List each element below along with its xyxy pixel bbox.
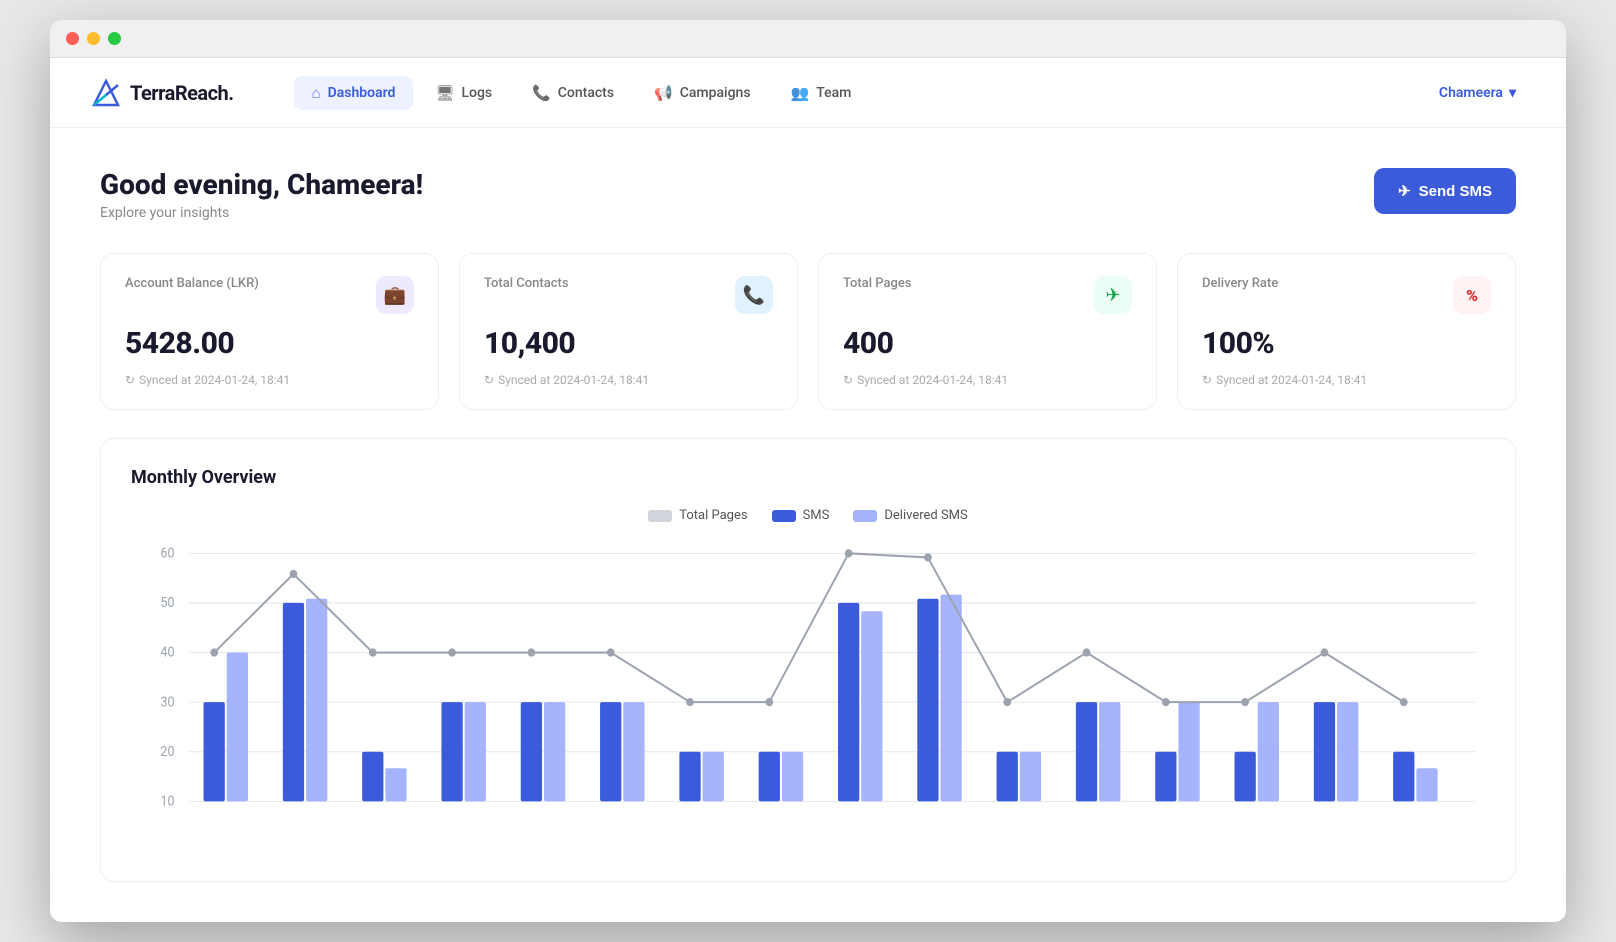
svg-text:30: 30: [160, 695, 174, 710]
stat-card-header-4: Delivery Rate %: [1202, 276, 1491, 314]
titlebar: [50, 20, 1566, 58]
nav-label-team: Team: [816, 85, 851, 101]
stat-sync-1: ↻ Synced at 2024-01-24, 18:41: [125, 373, 414, 387]
home-icon: ⌂: [312, 84, 321, 102]
nav-links: ⌂ Dashboard 🖥 Logs 📞 Contacts 📢 Campaign…: [294, 76, 1429, 110]
legend-label-sms: SMS: [803, 508, 830, 523]
sync-icon-3: ↻: [843, 373, 853, 387]
stat-card-header-2: Total Contacts 📞: [484, 276, 773, 314]
stat-card-account-balance: Account Balance (LKR) 💼 5428.00 ↻ Synced…: [100, 253, 439, 410]
chart-container: 60 50 40 30 20 10: [131, 543, 1485, 853]
send-sms-button[interactable]: ✈ Send SMS: [1374, 168, 1516, 214]
legend-dot-purple: [853, 510, 877, 522]
nav-label-campaigns: Campaigns: [680, 85, 751, 101]
stat-sync-text-4: Synced at 2024-01-24, 18:41: [1216, 373, 1367, 387]
greeting-heading: Good evening, Chameera!: [100, 168, 423, 201]
stat-label-1: Account Balance (LKR): [125, 276, 259, 291]
chart-title: Monthly Overview: [131, 467, 1485, 488]
legend-delivered-sms: Delivered SMS: [853, 508, 967, 523]
page-header: Good evening, Chameera! Explore your ins…: [100, 168, 1516, 221]
stat-icon-wallet: 💼: [376, 276, 414, 314]
stat-card-header-1: Account Balance (LKR) 💼: [125, 276, 414, 314]
stat-card-header-3: Total Pages ✈: [843, 276, 1132, 314]
user-name: Chameera: [1439, 85, 1503, 101]
close-button[interactable]: [66, 32, 79, 45]
svg-text:40: 40: [160, 645, 174, 660]
monitor-icon: 🖥: [435, 84, 454, 102]
svg-text:60: 60: [160, 546, 174, 561]
svg-text:10: 10: [160, 794, 174, 809]
minimize-button[interactable]: [87, 32, 100, 45]
logo-text: TerraReach.: [130, 81, 234, 105]
sync-icon-4: ↻: [1202, 373, 1212, 387]
legend-sms: SMS: [772, 508, 830, 523]
nav-item-team[interactable]: 👥 Team: [773, 76, 870, 110]
stat-value-1: 5428.00: [125, 326, 414, 361]
nav-item-logs[interactable]: 🖥 Logs: [417, 76, 510, 110]
nav-right: Chameera ▾: [1429, 79, 1526, 107]
stat-label-2: Total Contacts: [484, 276, 569, 291]
nav-label-dashboard: Dashboard: [328, 85, 396, 101]
greeting-subtext: Explore your insights: [100, 205, 423, 221]
chevron-down-icon: ▾: [1509, 85, 1516, 101]
stat-icon-percent: %: [1453, 276, 1491, 314]
content-area: TerraReach. ⌂ Dashboard 🖥 Logs 📞 Contact…: [50, 58, 1566, 922]
svg-text:50: 50: [160, 596, 174, 611]
greeting: Good evening, Chameera! Explore your ins…: [100, 168, 423, 221]
stat-card-total-contacts: Total Contacts 📞 10,400 ↻ Synced at 2024…: [459, 253, 798, 410]
stat-sync-4: ↻ Synced at 2024-01-24, 18:41: [1202, 373, 1491, 387]
user-menu-button[interactable]: Chameera ▾: [1429, 79, 1526, 107]
sync-icon-2: ↻: [484, 373, 494, 387]
nav-label-logs: Logs: [461, 85, 492, 101]
stat-sync-text-3: Synced at 2024-01-24, 18:41: [857, 373, 1008, 387]
send-icon: ✈: [1398, 182, 1411, 200]
legend-total-pages: Total Pages: [648, 508, 747, 523]
stat-sync-text-2: Synced at 2024-01-24, 18:41: [498, 373, 649, 387]
stat-card-delivery-rate: Delivery Rate % 100% ↻ Synced at 2024-01…: [1177, 253, 1516, 410]
stat-icon-send: ✈: [1094, 276, 1132, 314]
stat-cards: Account Balance (LKR) 💼 5428.00 ↻ Synced…: [100, 253, 1516, 410]
phone-icon: 📞: [532, 84, 551, 102]
chart-section: Monthly Overview Total Pages SMS Deliver…: [100, 438, 1516, 882]
svg-text:20: 20: [160, 745, 174, 760]
app-window: TerraReach. ⌂ Dashboard 🖥 Logs 📞 Contact…: [50, 20, 1566, 922]
main-content: Good evening, Chameera! Explore your ins…: [50, 128, 1566, 922]
logo[interactable]: TerraReach.: [90, 77, 234, 109]
stat-icon-phone: 📞: [735, 276, 773, 314]
stat-label-3: Total Pages: [843, 276, 912, 291]
stat-value-2: 10,400: [484, 326, 773, 361]
stat-sync-text-1: Synced at 2024-01-24, 18:41: [139, 373, 290, 387]
chart-legend: Total Pages SMS Delivered SMS: [131, 508, 1485, 523]
team-icon: 👥: [791, 84, 810, 102]
stat-value-4: 100%: [1202, 326, 1491, 361]
legend-dot-blue: [772, 510, 796, 522]
stat-sync-3: ↻ Synced at 2024-01-24, 18:41: [843, 373, 1132, 387]
send-sms-label: Send SMS: [1419, 183, 1492, 200]
sync-icon-1: ↻: [125, 373, 135, 387]
maximize-button[interactable]: [108, 32, 121, 45]
nav-item-campaigns[interactable]: 📢 Campaigns: [636, 76, 769, 110]
legend-dot-gray: [648, 510, 672, 522]
stat-card-total-pages: Total Pages ✈ 400 ↻ Synced at 2024-01-24…: [818, 253, 1157, 410]
nav-label-contacts: Contacts: [558, 85, 614, 101]
megaphone-icon: 📢: [654, 84, 673, 102]
legend-label-delivered-sms: Delivered SMS: [884, 508, 967, 523]
legend-label-total-pages: Total Pages: [679, 508, 747, 523]
nav-item-contacts[interactable]: 📞 Contacts: [514, 76, 632, 110]
stat-label-4: Delivery Rate: [1202, 276, 1278, 291]
stat-sync-2: ↻ Synced at 2024-01-24, 18:41: [484, 373, 773, 387]
logo-svg: [90, 77, 122, 109]
chart-svg: 60 50 40 30 20 10: [131, 543, 1485, 853]
stat-value-3: 400: [843, 326, 1132, 361]
nav-item-dashboard[interactable]: ⌂ Dashboard: [294, 76, 414, 110]
navbar: TerraReach. ⌂ Dashboard 🖥 Logs 📞 Contact…: [50, 58, 1566, 128]
